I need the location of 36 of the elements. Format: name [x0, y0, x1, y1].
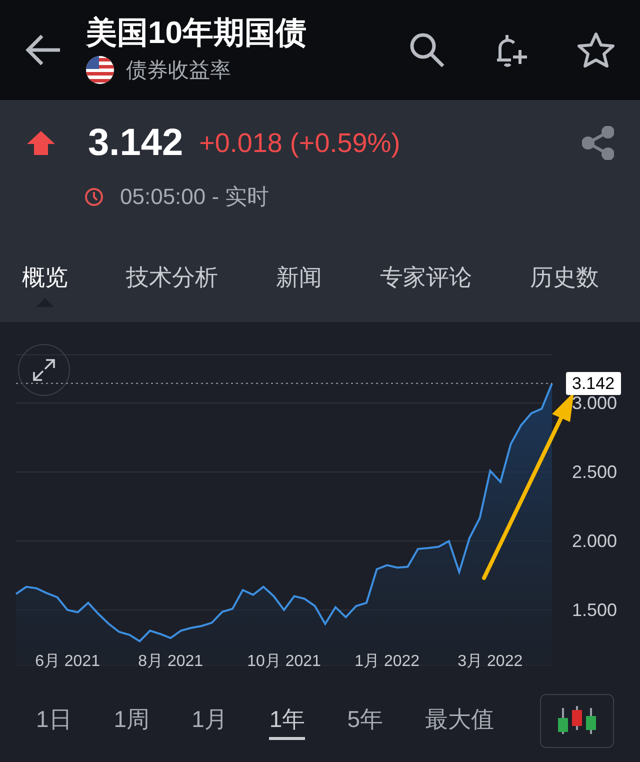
share-icon[interactable] — [582, 126, 614, 160]
price-change: +0.018 (+0.59%) — [199, 130, 400, 156]
range-tab[interactable]: 1周 — [114, 702, 150, 740]
expand-button[interactable] — [18, 344, 70, 396]
x-axis-label: 8月 2021 — [138, 654, 204, 670]
subtitle: 债券收益率 — [126, 58, 231, 84]
y-axis-label: 2.000 — [572, 532, 618, 550]
range-tab[interactable]: 1月 — [192, 702, 228, 740]
y-axis-label: 2.500 — [572, 463, 618, 481]
range-tab[interactable]: 1日 — [36, 702, 72, 740]
back-arrow-icon[interactable] — [24, 34, 62, 66]
x-axis-label: 1月 2022 — [354, 654, 420, 670]
x-axis-label: 3月 2022 — [458, 654, 523, 670]
range-tab[interactable]: 1年 — [269, 702, 306, 740]
y-axis-label: 3.000 — [572, 394, 618, 412]
quote-time: 05:05:00 - 实时 — [120, 183, 270, 211]
range-tab[interactable]: 最大值 — [424, 702, 494, 740]
tab[interactable]: 技术分析 — [126, 260, 218, 294]
range-tab[interactable]: 5年 — [347, 702, 383, 740]
price: 3.142 — [88, 124, 184, 162]
x-axis-label: 10月 2021 — [247, 654, 321, 670]
clock-icon — [84, 186, 104, 206]
search-icon[interactable] — [408, 31, 446, 69]
tab[interactable]: 新闻 — [276, 260, 322, 294]
tab[interactable]: 专家评论 — [380, 260, 472, 294]
page-title: 美国10年期国债 — [86, 14, 306, 52]
expand-icon — [31, 357, 57, 383]
tab[interactable]: 概览 — [22, 260, 68, 294]
y-axis-label: 1.500 — [572, 601, 618, 619]
chart-type-button[interactable] — [540, 694, 614, 748]
star-icon[interactable] — [576, 31, 616, 69]
x-axis-label: 6月 2021 — [35, 654, 100, 670]
candlestick-icon — [555, 706, 599, 736]
last-value-label: 3.142 — [566, 372, 621, 396]
flag-icon — [86, 56, 114, 84]
tab[interactable]: 历史数 — [530, 260, 599, 294]
